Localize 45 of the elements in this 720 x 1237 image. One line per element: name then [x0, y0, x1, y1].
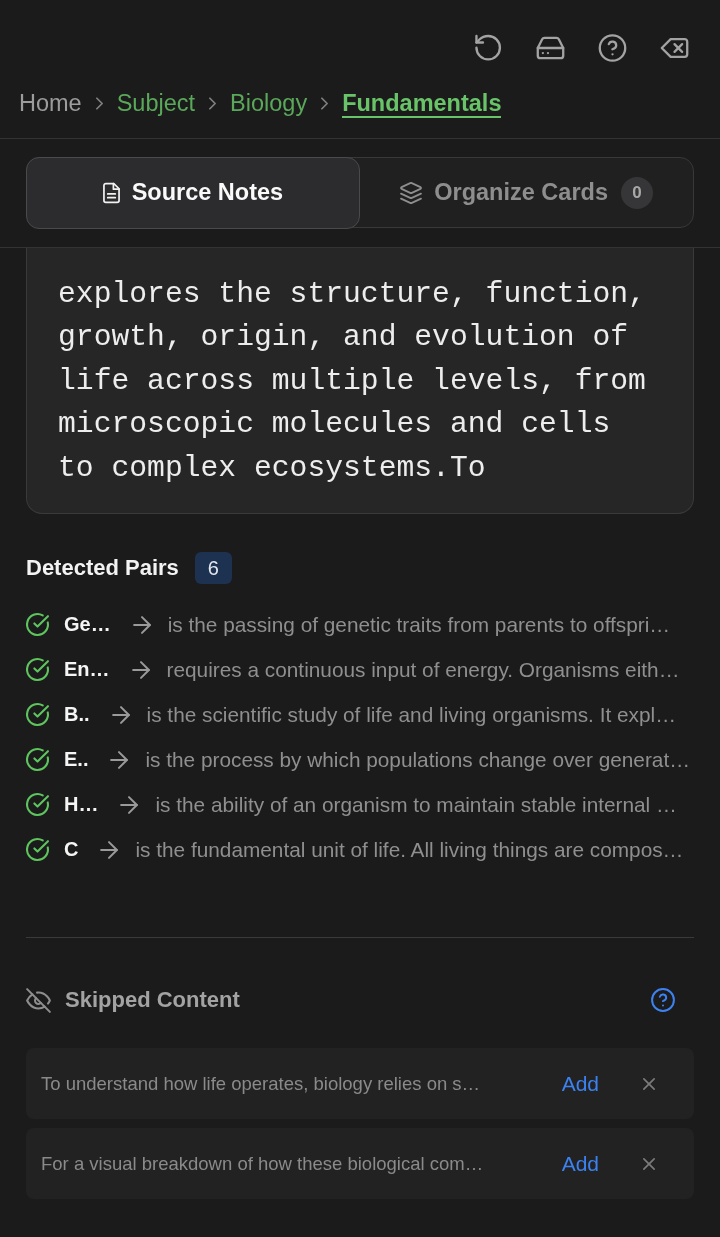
close-icon[interactable] — [643, 1077, 655, 1090]
breadcrumb-link[interactable]: Biology — [230, 90, 308, 116]
arrow-icon — [110, 750, 129, 769]
drive-icon[interactable] — [536, 34, 565, 62]
count-badge: 0 — [620, 176, 653, 209]
layers-icon — [400, 181, 423, 204]
tab[interactable]: Source Notes — [25, 156, 361, 229]
add-button[interactable]: Add — [561, 1071, 599, 1096]
pair-term: En… — [64, 658, 110, 682]
document-icon — [102, 181, 120, 204]
pair-term: H… — [64, 793, 99, 817]
breadcrumb-link[interactable]: Home — [19, 90, 82, 116]
breadcrumb-link[interactable]: Fundamentals — [342, 88, 502, 118]
breadcrumb-link[interactable]: Subject — [116, 90, 196, 116]
pair-term: B.. — [64, 703, 90, 727]
arrow-icon — [111, 705, 130, 724]
chevron-icon — [321, 96, 329, 110]
arrow-icon — [120, 795, 139, 814]
chevron-icon — [209, 96, 217, 110]
pair-term: C — [64, 838, 79, 862]
pair-definition: is the fundamental unit of life. All living things are compos… — [135, 837, 684, 862]
notes-field[interactable]: explores the structure, function, growth, origin, and evolution of life across multiple levels, from microscopic molecules and cells to complex ecosystems.To — [26, 248, 694, 515]
help-icon[interactable] — [651, 988, 675, 1013]
pair-definition: requires a continuous input of energy. Organisms eith… — [166, 657, 680, 682]
undo-icon[interactable] — [474, 34, 503, 62]
close-icon[interactable] — [643, 1157, 655, 1170]
count-badge: 6 — [194, 552, 232, 585]
pair-definition: is the ability of an organism to maintain stable internal … — [155, 792, 677, 817]
add-button[interactable]: Add — [561, 1151, 599, 1176]
arrow-icon — [100, 840, 119, 859]
arrow-icon — [131, 660, 150, 679]
pair-term: E.. — [64, 748, 89, 772]
eye-off-icon — [26, 987, 51, 1013]
section-title: Detected Pairs — [26, 555, 179, 582]
arrow-icon — [132, 615, 151, 634]
pair-definition: is the scientific study of life and living organisms. It expl… — [146, 702, 676, 727]
tab[interactable]: Organize Cards 0 — [360, 158, 693, 227]
chevron-icon — [95, 96, 103, 110]
help-icon[interactable] — [598, 34, 627, 62]
pair-term: Ge… — [64, 613, 111, 637]
section-title: Skipped Content — [65, 987, 240, 1014]
pair-definition: is the passing of genetic traits from parents to offspri… — [167, 612, 671, 637]
skipped-text: To understand how life operates, biology relies on s… — [41, 1072, 482, 1095]
skipped-text: For a visual breakdown of how these biological com… — [41, 1152, 485, 1175]
pair-definition: is the process by which populations change over generat… — [145, 747, 690, 772]
